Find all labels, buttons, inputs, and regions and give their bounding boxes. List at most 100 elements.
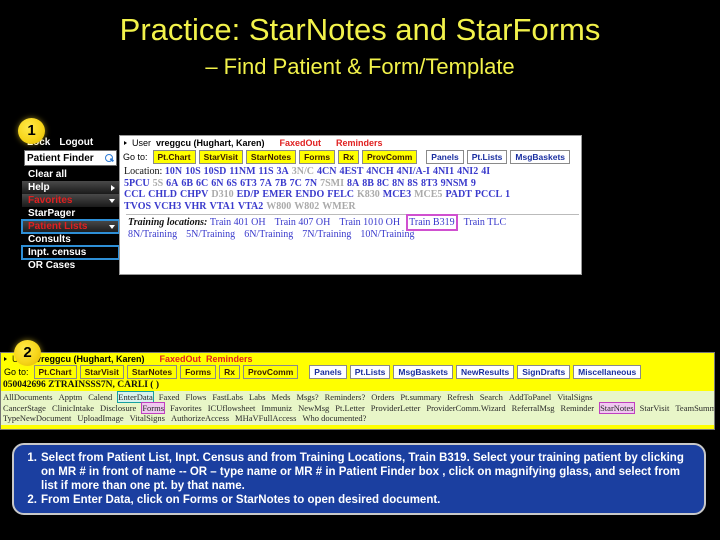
menu-item-starvisit[interactable]: StarVisit [640,403,670,413]
collapse-triangle-icon-2[interactable] [4,357,7,361]
location-link[interactable]: CHLD [148,189,177,200]
sidebar-item-inpt-census[interactable]: Inpt. census [21,245,120,260]
goto-button-panels[interactable]: Panels [426,149,464,164]
location-link[interactable]: 9NSM [441,178,468,189]
menu-item-mhavfullaccess[interactable]: MHaVFullAccess [235,413,296,423]
location-link[interactable]: 5PCU [124,178,150,189]
training-location-link[interactable]: Train B319 [406,214,458,231]
location-link[interactable]: 4NCH [366,166,393,177]
goto2-button-provcomm[interactable]: ProvComm [242,365,299,379]
location-link[interactable]: VTA1 [210,201,235,212]
goto2-button-starvisit[interactable]: StarVisit [79,365,124,379]
location-link[interactable]: 11S [259,166,274,177]
goto2-button-pt-lists[interactable]: Pt.Lists [349,365,391,379]
location-link[interactable]: 6S [227,178,238,189]
menu-item-msgs[interactable]: Msgs? [296,392,318,402]
menu-item-pt-letter[interactable]: Pt.Letter [335,403,365,413]
goto2-button-panels[interactable]: Panels [309,365,347,379]
menu-item-calend[interactable]: Calend [88,392,112,402]
menu-item-addtopanel[interactable]: AddToPanel [509,392,551,402]
menu-item-forms[interactable]: Forms [141,401,166,414]
menu-item-labs[interactable]: Labs [249,392,266,402]
menu-item-vitalsigns[interactable]: VitalSigns [130,413,165,423]
magnifying-glass-icon[interactable] [105,153,114,163]
location-link[interactable]: ED/P [237,189,260,200]
menu-item-typenewdocument[interactable]: TypeNewDocument [3,413,71,423]
goto-button-pt-chart[interactable]: Pt.Chart [152,149,196,164]
sidebar-item-help[interactable]: Help [22,181,119,194]
location-link[interactable]: 7N [305,178,317,189]
menu-item-search[interactable]: Search [480,392,503,402]
goto2-button-msgbaskets[interactable]: MsgBaskets [393,365,453,379]
location-link[interactable]: 10SD [204,166,227,177]
menu-item-meds[interactable]: Meds [272,392,291,402]
location-link[interactable]: 11NM [229,166,255,177]
location-link[interactable]: FELC [327,189,354,200]
location-link[interactable]: 4NI2 [457,166,478,177]
goto2-button-rx[interactable]: Rx [219,365,240,379]
menu-item-fastlabs[interactable]: FastLabs [212,392,243,402]
sidebar-item-starpager[interactable]: StarPager [22,207,119,220]
menu-item-icuflowsheet[interactable]: ICUflowsheet [208,403,256,413]
sidebar-item-clear-all[interactable]: Clear all [22,168,119,181]
location-link[interactable]: 7A [260,178,272,189]
location-link[interactable]: 6B [181,178,193,189]
location-link[interactable]: 4EST [339,166,363,177]
training-location-link[interactable]: Train 407 OH [275,217,331,228]
training-location-link[interactable]: 10N/Training [360,229,414,240]
goto-button-pt-lists[interactable]: Pt.Lists [466,149,508,164]
goto-button-rx[interactable]: Rx [338,149,359,164]
training-location-link[interactable]: 8N/Training [128,229,177,240]
menu-item-authorizeaccess[interactable]: AuthorizeAccess [171,413,229,423]
training-location-link[interactable]: Train 401 OH [210,217,266,228]
location-link[interactable]: 8N [392,178,404,189]
goto2-button-starnotes[interactable]: StarNotes [126,365,178,379]
goto-button-starvisit[interactable]: StarVisit [198,149,243,164]
location-link[interactable]: 4NI/A-I [397,166,430,177]
location-link[interactable]: PADT [445,189,471,200]
location-link[interactable]: 8A [347,178,359,189]
patient-finder-input[interactable]: Patient Finder [24,150,117,166]
menu-item-apptm[interactable]: Apptm [59,392,83,402]
location-link[interactable]: CHPV [180,189,208,200]
location-link[interactable]: TVOS [124,201,151,212]
logout-button[interactable]: Logout [59,137,93,148]
location-link[interactable]: 6N [211,178,223,189]
location-link[interactable]: 7C [290,178,302,189]
location-link[interactable]: VTA2 [238,201,263,212]
menu-item-flows[interactable]: Flows [186,392,207,402]
menu-item-favorites[interactable]: Favorites [170,403,202,413]
location-link[interactable]: 8T3 [421,178,438,189]
location-link[interactable]: 8S [407,178,418,189]
goto2-button-forms[interactable]: Forms [180,365,217,379]
location-link[interactable]: VCH3 [154,201,181,212]
reminders-alert-2[interactable]: Reminders [206,354,253,364]
location-link[interactable]: VHR [184,201,206,212]
training-location-link[interactable]: 5N/Training [186,229,235,240]
location-link[interactable]: EMER [262,189,292,200]
location-link[interactable]: 6C [196,178,208,189]
sidebar-item-or-cases[interactable]: OR Cases [22,259,119,272]
menu-item-uploadimage[interactable]: UploadImage [77,413,123,423]
menu-item-providerletter[interactable]: ProviderLetter [371,403,421,413]
menu-item-reminders[interactable]: Reminders? [325,392,366,402]
location-link[interactable]: ENDO [295,189,324,200]
goto2-button-newresults[interactable]: NewResults [456,365,515,379]
menu-item-starnotes[interactable]: StarNotes [599,401,635,414]
menu-item-vitalsigns[interactable]: VitalSigns [557,392,592,402]
goto-button-starnotes[interactable]: StarNotes [245,149,297,164]
training-location-link[interactable]: Train TLC [464,217,507,228]
location-link[interactable]: 10N [165,166,182,177]
training-location-link[interactable]: 7N/Training [302,229,351,240]
location-link[interactable]: 7B [275,178,287,189]
location-link[interactable]: MCE3 [383,189,411,200]
location-link[interactable]: 3A [277,166,289,177]
location-link[interactable]: 10S [185,166,201,177]
menu-item-reminder[interactable]: Reminder [561,403,595,413]
menu-item-alldocuments[interactable]: AllDocuments [3,392,53,402]
menu-item-clinicintake[interactable]: ClinicIntake [52,403,94,413]
goto2-button-pt-chart[interactable]: Pt.Chart [33,365,77,379]
sidebar-item-favorites[interactable]: Favorites [22,194,119,207]
location-link[interactable]: 4NI1 [433,166,454,177]
menu-item-newmsg[interactable]: NewMsg [298,403,329,413]
